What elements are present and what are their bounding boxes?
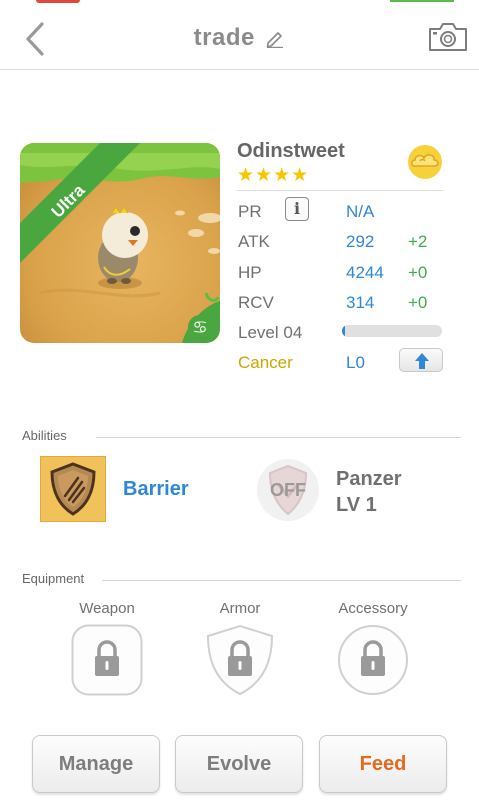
ability-barrier-name[interactable]: Barrier: [123, 478, 189, 501]
hp-bonus: +0: [408, 263, 428, 282]
level-label: Level 04: [238, 323, 303, 342]
pencil-icon[interactable]: [265, 28, 285, 48]
equipment-section-label: Equipment: [22, 571, 85, 586]
rcv-value: 314: [346, 293, 375, 312]
locked-armor-slot-icon: [206, 624, 274, 696]
monster-name: Odinstweet: [237, 140, 345, 162]
accessory-slot[interactable]: [337, 624, 409, 696]
evolve-button[interactable]: Evolve: [175, 735, 303, 793]
shield-icon: [39, 455, 107, 523]
ability-panzer-title: Panzer: [336, 468, 402, 490]
manage-button[interactable]: Manage: [32, 735, 160, 793]
cancer-sign-icon: ♋: [188, 315, 212, 339]
abilities-section-label: Abilities: [22, 428, 67, 443]
svg-text:♋: ♋: [192, 318, 207, 338]
weapon-slot-label: Weapon: [79, 600, 135, 617]
zodiac-level: L0: [346, 353, 365, 372]
atk-label: ATK: [238, 232, 270, 251]
divider: [237, 190, 443, 191]
locked-weapon-slot-icon: [71, 624, 143, 696]
pr-info-button[interactable]: i: [285, 197, 309, 221]
monster-artwork: Ultra ♋: [20, 143, 220, 343]
camera-button[interactable]: [428, 22, 468, 52]
level-progress-fill: [342, 325, 345, 337]
hp-label: HP: [238, 263, 262, 282]
title-wrap: trade: [0, 24, 479, 52]
equipment-divider: [102, 580, 461, 581]
element-badge: [405, 144, 445, 180]
accessory-slot-label: Accessory: [338, 600, 408, 617]
ability-panzer-level: LV 1: [336, 494, 377, 516]
armor-slot-label: Armor: [219, 600, 261, 617]
zodiac-upgrade-button[interactable]: [399, 348, 443, 372]
pr-label: PR: [238, 202, 262, 221]
feed-button[interactable]: Feed: [319, 735, 447, 793]
level-progress-bar: [342, 325, 442, 337]
monster-portrait[interactable]: Ultra ♋: [20, 143, 220, 343]
locked-accessory-slot-icon: [338, 625, 408, 695]
rcv-bonus: +0: [408, 293, 428, 312]
ability-barrier-icon[interactable]: [39, 455, 107, 523]
arrow-up-icon: [415, 353, 429, 369]
weapon-slot[interactable]: [71, 624, 143, 696]
atk-bonus: +2: [408, 232, 428, 251]
zodiac-label: Cancer: [238, 353, 293, 372]
camera-icon: [429, 23, 467, 51]
abilities-divider: [96, 437, 461, 438]
rarity-stars: ★★★★: [237, 165, 310, 186]
armor-slot[interactable]: [204, 624, 276, 696]
shield-off-icon: OFF: [257, 459, 319, 521]
ability-panzer-icon[interactable]: OFF: [256, 458, 320, 522]
ability-panzer-name[interactable]: Panzer LV 1: [336, 466, 402, 518]
hp-value: 4244: [346, 263, 384, 282]
atk-value: 292: [346, 232, 375, 251]
pr-value: N/A: [346, 202, 375, 221]
rcv-label: RCV: [238, 293, 274, 312]
ability-off-badge: OFF: [270, 480, 306, 500]
page-title[interactable]: trade: [194, 24, 255, 51]
info-icon: i: [293, 199, 301, 218]
header: trade: [0, 0, 479, 70]
cloud-element-icon: [408, 145, 442, 179]
